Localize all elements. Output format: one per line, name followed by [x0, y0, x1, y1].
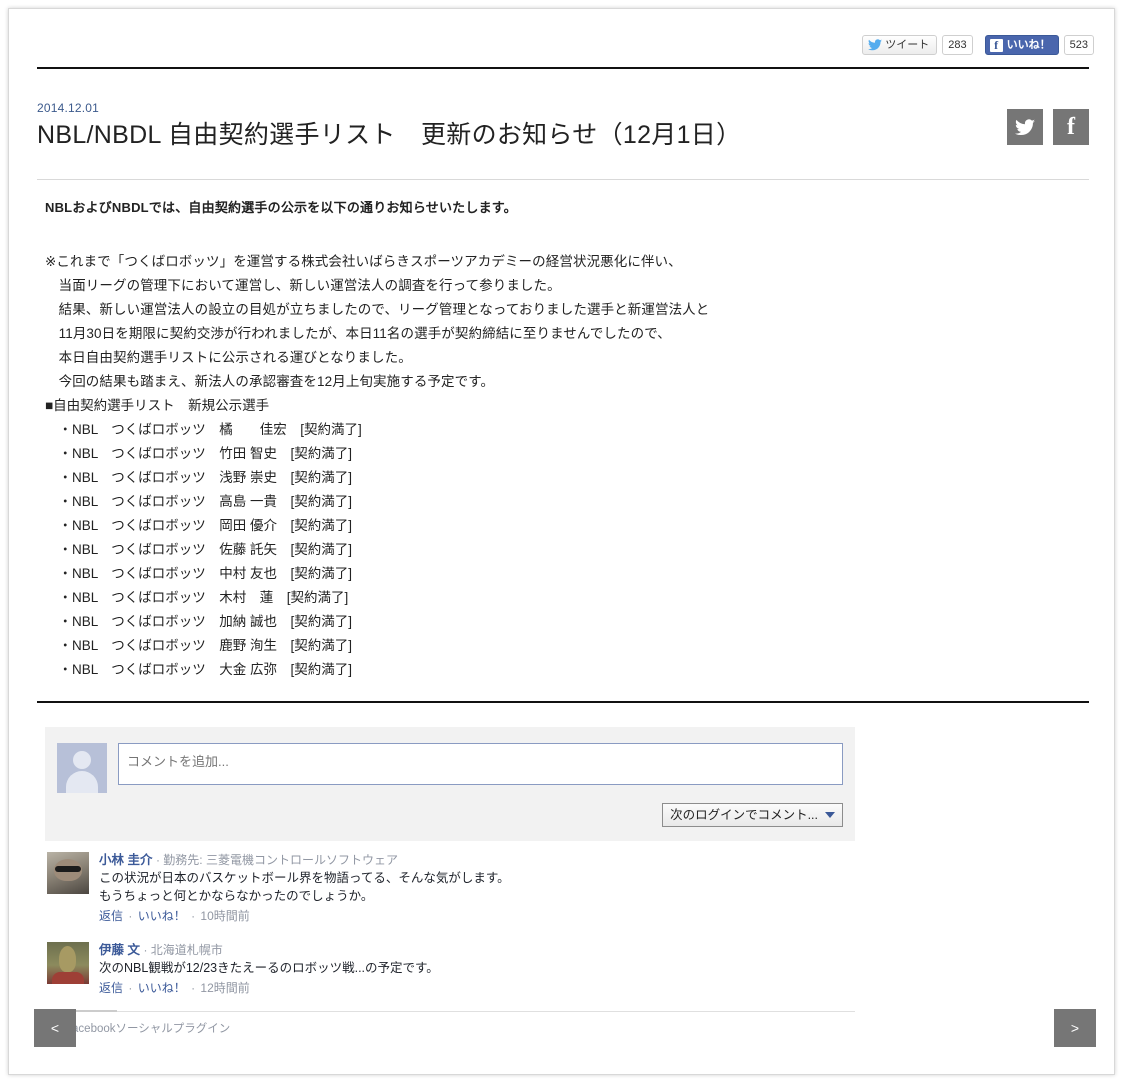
comment-body: 小林 圭介 · 勤務先: 三菱電機コントロールソフトウェア この状況が日本のバス… [99, 852, 855, 925]
action-separator: · [191, 981, 196, 995]
player-list-item: ・NBL つくばロボッツ 鹿野 洵生 [契約満了] [45, 638, 353, 653]
comment-header: 伊藤 文 · 北海道札幌市 [99, 942, 855, 959]
facebook-f-icon: f [989, 38, 1003, 52]
player-list-item: ・NBL つくばロボッツ 中村 友也 [契約満了] [45, 566, 353, 581]
title-divider [37, 179, 1089, 180]
comment-composer-footer: 次のログインでコメント... [57, 803, 843, 827]
comment-body: 伊藤 文 · 北海道札幌市 次のNBL観戦が12/23きたえーるのロボッツ戦..… [99, 942, 855, 997]
page-frame: ツイート 283 f いいね！ 523 2014.12.01 NBL/NBDL … [8, 8, 1115, 1075]
header-divider [37, 67, 1089, 69]
tweet-button-group[interactable]: ツイート 283 [862, 35, 973, 55]
action-separator: · [128, 981, 133, 995]
paragraph-line: 今回の結果も踏まえ、新法人の承認審査を12月上旬実施する予定です。 [45, 374, 495, 389]
paragraph-line: 本日自由契約選手リストに公示される運びとなりました。 [45, 350, 412, 365]
player-list-item: ・NBL つくばロボッツ 大金 広弥 [契約満了] [45, 662, 353, 677]
player-list-item: ・NBL つくばロボッツ 橘 佳宏 [契約満了] [45, 422, 362, 437]
avatar[interactable] [47, 852, 89, 894]
tweet-button-label: ツイート [885, 39, 930, 51]
facebook-comments-plugin: 次のログインでコメント... 小林 圭介 · 勤務先: 三菱電機コントロールソフ… [45, 727, 855, 1036]
player-list-item: ・NBL つくばロボッツ 加納 誠也 [契約満了] [45, 614, 353, 629]
twitter-bird-icon [868, 39, 883, 51]
tweet-count[interactable]: 283 [942, 35, 973, 55]
action-separator: · [191, 909, 196, 923]
player-list-item: ・NBL つくばロボッツ 岡田 優介 [契約満了] [45, 518, 353, 533]
comment-actions: 返信 · いいね！ · 12時間前 [99, 980, 855, 997]
article-body: NBLおよびNBDLでは、自由契約選手の公示を以下の通りお知らせいたします。 ※… [45, 197, 1055, 682]
player-list-item: ・NBL つくばロボッツ 竹田 智史 [契約満了] [45, 446, 353, 461]
page-title: NBL/NBDL 自由契約選手リスト 更新のお知らせ（12月1日） [37, 121, 742, 149]
facebook-like-button[interactable]: f いいね！ [984, 35, 1059, 55]
comment-input[interactable] [118, 743, 843, 785]
comment-reply-link[interactable]: 返信 [99, 981, 123, 995]
comment-author[interactable]: 伊藤 文 [99, 943, 140, 957]
player-list-item: ・NBL つくばロボッツ 高島 一貴 [契約満了] [45, 494, 353, 509]
paragraph-line: 11月30日を期限に契約交渉が行われましたが、本日11名の選手が契約締結に至りま… [45, 326, 671, 341]
comment-composer: 次のログインでコメント... [45, 727, 855, 841]
paragraph-line: 当面リーグの管理下において運営し、新しい運営法人の調査を行って参りました。 [45, 278, 561, 293]
comment-like-link[interactable]: いいね！ [138, 981, 186, 995]
facebook-like-count[interactable]: 523 [1063, 35, 1094, 55]
twitter-bird-icon [1015, 118, 1035, 136]
article-header: 2014.12.01 NBL/NBDL 自由契約選手リスト 更新のお知らせ（12… [37, 101, 1089, 151]
share-twitter-button[interactable] [1007, 109, 1043, 145]
comments-divider [37, 701, 1089, 703]
comment-item: 小林 圭介 · 勤務先: 三菱電機コントロールソフトウェア この状況が日本のバス… [45, 841, 855, 931]
facebook-like-group[interactable]: f いいね！ 523 [984, 35, 1094, 55]
article-paragraph: ※これまで「つくばロボッツ」を運営する株式会社いばらきスポーツアカデミーの経営状… [45, 250, 1055, 394]
login-select[interactable]: 次のログインでコメント... [662, 803, 843, 827]
plugin-footer-label[interactable]: Facebookソーシャルプラグイン [65, 1020, 230, 1036]
article-lead: NBLおよびNBDLでは、自由契約選手の公示を以下の通りお知らせいたします。 [45, 200, 517, 215]
social-share-bar: ツイート 283 f いいね！ 523 [862, 35, 1094, 55]
player-list-item: ・NBL つくばロボッツ 木村 蓮 [契約満了] [45, 590, 349, 605]
comment-reply-link[interactable]: 返信 [99, 909, 123, 923]
player-list-item: ・NBL つくばロボッツ 浅野 崇史 [契約満了] [45, 470, 353, 485]
comment-author-meta: · 北海道札幌市 [143, 943, 223, 957]
comment-header: 小林 圭介 · 勤務先: 三菱電機コントロールソフトウェア [99, 852, 855, 869]
article-date: 2014.12.01 [37, 101, 100, 115]
comment-timestamp: 12時間前 [200, 981, 250, 995]
comment-timestamp: 10時間前 [200, 909, 250, 923]
comment-composer-row [57, 743, 843, 793]
prev-page-button[interactable]: < [34, 1009, 76, 1047]
comment-author-meta: · 勤務先: 三菱電機コントロールソフトウェア [155, 853, 398, 867]
player-list-item: ・NBL つくばロボッツ 佐藤 託矢 [契約満了] [45, 542, 353, 557]
share-facebook-button[interactable]: f [1053, 109, 1089, 145]
article-share-buttons: f [1007, 109, 1089, 145]
login-select-label: 次のログインでコメント... [670, 808, 818, 822]
action-separator: · [128, 909, 133, 923]
comment-author[interactable]: 小林 圭介 [99, 853, 152, 867]
paragraph-line: ※これまで「つくばロボッツ」を運営する株式会社いばらきスポーツアカデミーの経営状… [45, 254, 682, 269]
chevron-down-icon [825, 812, 835, 818]
avatar[interactable] [47, 942, 89, 984]
comment-text-line: 次のNBL観戦が12/23きたえーるのロボッツ戦...の予定です。 [99, 961, 439, 975]
tweet-button[interactable]: ツイート [862, 35, 938, 55]
comment-text-line: もうちょっと何とかならなかったのでしょうか。 [99, 889, 374, 903]
comment-actions: 返信 · いいね！ · 10時間前 [99, 908, 855, 925]
paragraph-line: 結果、新しい運営法人の設立の目処が立ちましたので、リーグ管理となっておりました選… [45, 302, 710, 317]
plugin-footer: f Facebookソーシャルプラグイン [45, 1011, 855, 1036]
player-list-heading: ■自由契約選手リスト 新規公示選手 [45, 398, 270, 413]
facebook-like-label: いいね！ [1006, 39, 1051, 51]
comment-like-link[interactable]: いいね！ [138, 909, 186, 923]
player-list: ・NBL つくばロボッツ 橘 佳宏 [契約満了] ・NBL つくばロボッツ 竹田… [45, 418, 1055, 682]
facebook-f-icon: f [1067, 114, 1075, 140]
default-avatar [57, 743, 107, 793]
next-page-button[interactable]: > [1054, 1009, 1096, 1047]
comment-text-line: この状況が日本のバスケットボール界を物語ってる、そんな気がします。 [99, 871, 510, 885]
comment-item: 伊藤 文 · 北海道札幌市 次のNBL観戦が12/23きたえーるのロボッツ戦..… [45, 931, 855, 1003]
